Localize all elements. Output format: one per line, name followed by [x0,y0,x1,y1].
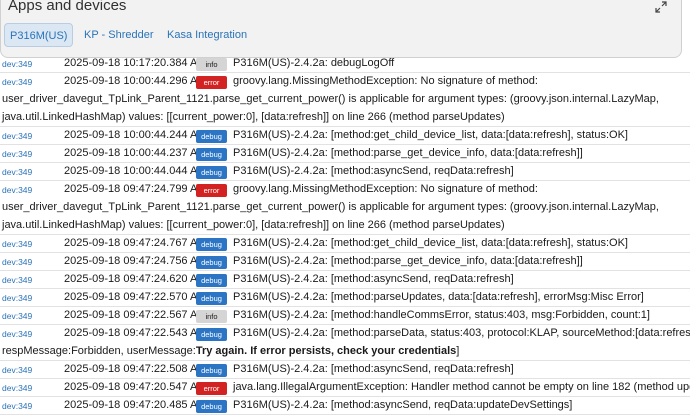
log-message: groovy.lang.MissingMethodException: No s… [233,75,538,87]
log-timestamp: 2025-09-18 09:47:22.567 AM [64,309,207,321]
log-level-badge: debug [196,274,227,287]
log-level-badge: debug [196,328,227,341]
tab-p316m[interactable]: P316M(US) [4,23,74,47]
log-message-continuation: java.util.LinkedHashMap) values: [[curre… [2,219,505,231]
log-row: dev:349 2025-09-18 10:00:44.237 AM debug P3… [0,145,690,163]
log-level-badge: debug [196,364,227,377]
log-message: P316M(US)-2.4.2a: [method:parse_get_devi… [233,147,583,159]
device-link[interactable]: dev:349 [2,365,32,375]
log-timestamp: 2025-09-18 09:47:20.485 AM [64,399,207,411]
log-timestamp: 2025-09-18 10:00:44.296 AM [64,75,207,87]
tab-kp-shredder[interactable]: KP - Shredder [84,23,154,47]
log-level-badge: debug [196,148,227,161]
log-level-badge: error [196,184,227,197]
log-message: P316M(US)-2.4.2a: [method:parseData, sta… [233,327,690,339]
log-row: dev:349 2025-09-18 10:17:20.384 AM info P31… [0,55,690,73]
log-row: dev:349 2025-09-18 09:47:20.547 AM error ja… [0,379,690,397]
log-level-badge: debug [196,292,227,305]
device-link[interactable]: dev:349 [2,329,32,339]
log-timestamp: 2025-09-18 09:47:24.799 AM [64,183,207,195]
log-row: dev:349 2025-09-18 10:00:44.296 AM error gr… [0,73,690,127]
log-message: P316M(US)-2.4.2a: [method:asyncSend, req… [233,165,514,177]
log-row: dev:349 2025-09-18 09:47:24.620 AM debug P3… [0,271,690,289]
log-message: P316M(US)-2.4.2a: [method:parseUpdates, … [233,291,644,303]
log-level-badge: debug [196,166,227,179]
log-message-text: user_driver_davegut_TpLink_Parent_1121.p… [2,93,659,105]
log-message: P316M(US)-2.4.2a: [method:asyncSend, req… [233,363,514,375]
log-message: P316M(US)-2.4.2a: [method:handleCommsErr… [233,309,650,321]
log-row: dev:349 2025-09-18 09:47:24.767 AM debug P3… [0,235,690,253]
log-timestamp: 2025-09-18 10:00:44.237 AM [64,147,207,159]
log-message-text: user_driver_davegut_TpLink_Parent_1121.p… [2,201,659,213]
device-link[interactable]: dev:349 [2,275,32,285]
log-level-badge: debug [196,256,227,269]
log-timestamp: 2025-09-18 09:47:22.543 AM [64,327,207,339]
log-level-badge: debug [196,238,227,251]
device-link[interactable]: dev:349 [2,311,32,321]
log-message: java.lang.IllegalArgumentException: Hand… [233,381,690,393]
log-timestamp: 2025-09-18 09:47:24.620 AM [64,273,207,285]
log-level-badge: info [196,310,227,323]
device-link[interactable]: dev:349 [2,293,32,303]
user-message-highlight: Try again. If error persists, check your… [195,345,457,357]
log-message: groovy.lang.MissingMethodException: No s… [233,183,538,195]
log-message: P316M(US)-2.4.2a: [method:asyncSend, req… [233,273,514,285]
log-timestamp: 2025-09-18 09:47:24.767 AM [64,237,207,249]
log-timestamp: 2025-09-18 10:00:44.244 AM [64,129,207,141]
log-level-badge: info [196,58,227,71]
apps-devices-panel: Apps and devices P316M(US) KP - Shredder… [0,0,682,58]
device-link[interactable]: dev:349 [2,257,32,267]
log-timestamp: 2025-09-18 10:00:44.044 AM [64,165,207,177]
device-link[interactable]: dev:349 [2,185,32,195]
log-row: dev:349 2025-09-18 09:47:24.799 AM error gr… [0,181,690,235]
log-message-continuation: user_driver_davegut_TpLink_Parent_1121.p… [2,93,659,105]
device-link[interactable]: dev:349 [2,131,32,141]
expand-icon[interactable] [655,1,667,13]
log-message: P316M(US)-2.4.2a: [method:asyncSend, req… [233,399,573,411]
device-link[interactable]: dev:349 [2,401,32,411]
log-message-text: respMessage:Forbidden, userMessage: [2,345,196,357]
device-link[interactable]: dev:349 [2,59,32,69]
log-row: dev:349 2025-09-18 09:47:22.570 AM debug P3… [0,289,690,307]
log-timestamp: 2025-09-18 10:17:20.384 AM [64,57,207,69]
device-link[interactable]: dev:349 [2,149,32,159]
log-message: P316M(US)-2.4.2a: debugLogOff [233,57,395,69]
log-row: dev:349 2025-09-18 09:47:22.508 AM debug P3… [0,361,690,379]
device-link[interactable]: dev:349 [2,167,32,177]
log-row: dev:349 2025-09-18 10:00:44.044 AM debug P3… [0,163,690,181]
panel-title: Apps and devices [8,0,127,14]
log-timestamp: 2025-09-18 09:47:24.756 AM [64,255,207,267]
log-message-text: ] [456,345,460,357]
device-link[interactable]: dev:349 [2,239,32,249]
log-list: dev:349 2025-09-18 10:17:20.384 AM info P31… [0,55,690,415]
log-message: P316M(US)-2.4.2a: [method:get_child_devi… [233,237,628,249]
log-row: dev:349 2025-09-18 09:47:20.485 AM debug P3… [0,397,690,415]
tab-kasa-integration[interactable]: Kasa Integration [167,23,247,47]
log-message: P316M(US)-2.4.2a: [method:get_child_devi… [233,129,628,141]
device-link[interactable]: dev:349 [2,77,32,87]
device-link[interactable]: dev:349 [2,383,32,393]
log-message: P316M(US)-2.4.2a: [method:parse_get_devi… [233,255,583,267]
log-level-badge: debug [196,400,227,413]
log-timestamp: 2025-09-18 09:47:22.570 AM [64,291,207,303]
log-level-badge: error [196,76,227,89]
log-message-continuation: respMessage:Forbidden, userMessage:Try a… [2,345,459,357]
log-timestamp: 2025-09-18 09:47:22.508 AM [64,363,207,375]
log-row: dev:349 2025-09-18 10:00:44.244 AM debug P3… [0,127,690,145]
log-row: dev:349 2025-09-18 09:47:24.756 AM debug P3… [0,253,690,271]
log-timestamp: 2025-09-18 09:47:20.547 AM [64,381,207,393]
log-level-badge: error [196,382,227,395]
log-row: dev:349 2025-09-18 09:47:22.543 AM debug P3… [0,325,690,361]
log-message-continuation: java.util.LinkedHashMap) values: [[curre… [2,111,505,123]
log-message-continuation: user_driver_davegut_TpLink_Parent_1121.p… [2,201,659,213]
log-row: dev:349 2025-09-18 09:47:22.567 AM info P31… [0,307,690,325]
log-level-badge: debug [196,130,227,143]
